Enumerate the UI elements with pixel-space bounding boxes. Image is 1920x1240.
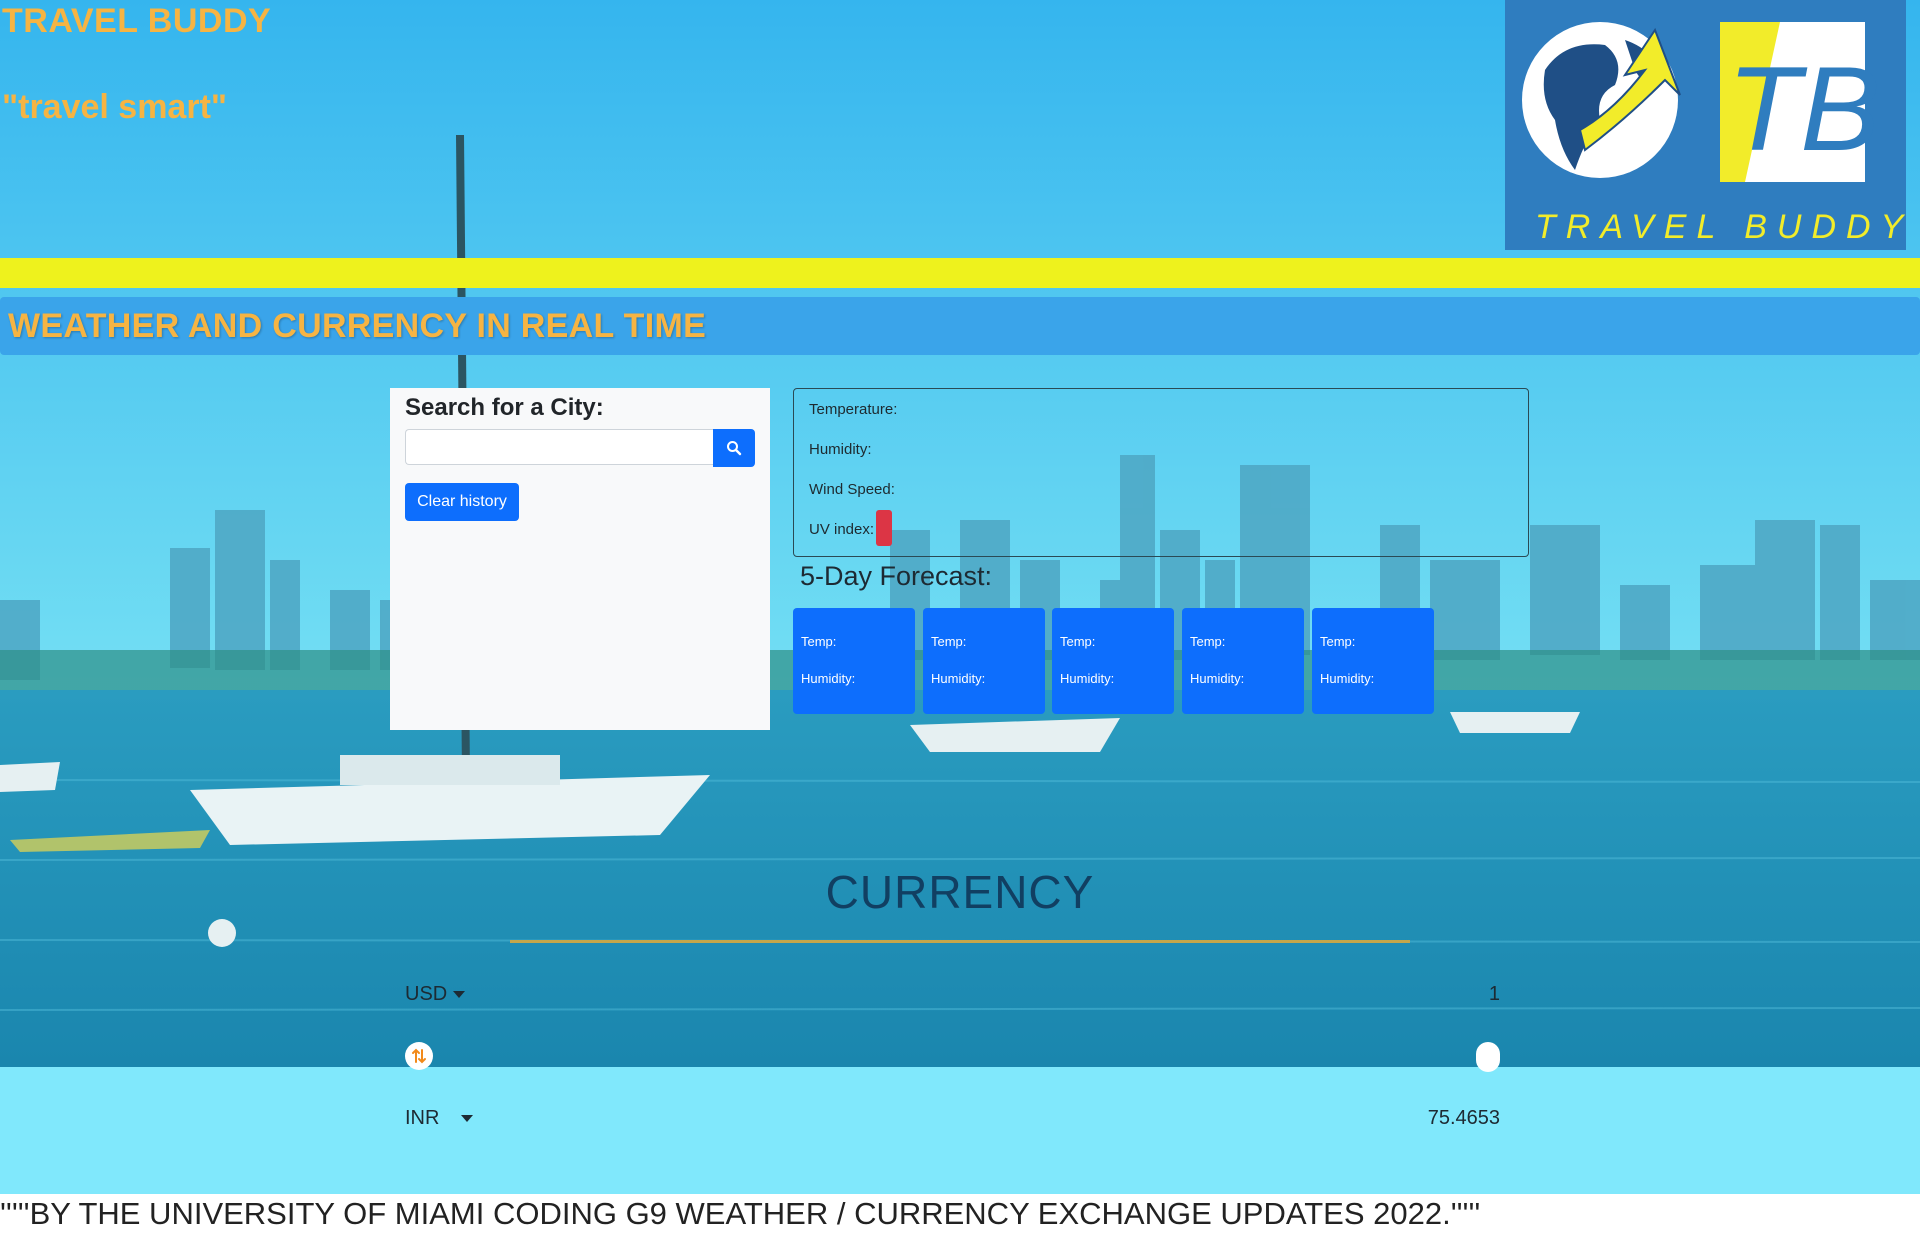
forecast-card-4: Temp: Humidity: <box>1182 608 1304 714</box>
logo-wordmark: TRAVEL BUDDY <box>1535 208 1906 246</box>
forecast-card-3: Temp: Humidity: <box>1052 608 1174 714</box>
caret-down-icon <box>453 990 466 998</box>
forecast-humidity: Humidity: <box>1060 671 1115 686</box>
currency-divider <box>510 940 1410 943</box>
temperature-label: Temperature: <box>809 401 898 418</box>
uv-index-label: UV index: <box>809 521 875 538</box>
forecast-humidity: Humidity: <box>931 671 986 686</box>
brand-tagline: "travel smart" <box>2 88 228 126</box>
forecast-card-1: Temp: Humidity: <box>793 608 915 714</box>
to-amount-value: 75.4653 <box>1427 1107 1500 1129</box>
search-button[interactable] <box>713 429 755 467</box>
swap-arrows-icon <box>412 1048 426 1064</box>
footer-credit: '''''BY THE UNIVERSITY OF MIAMI CODING G… <box>0 1196 1481 1231</box>
globe-logo-icon: TB TRAVEL BUDDY <box>1522 22 1906 246</box>
forecast-heading: 5-Day Forecast: <box>800 561 993 591</box>
forecast-humidity: Humidity: <box>1190 671 1245 686</box>
forecast-humidity: Humidity: <box>1320 671 1375 686</box>
swap-currency-button[interactable] <box>405 1042 433 1070</box>
currency-background-band <box>0 1067 1920 1194</box>
forecast-humidity: Humidity: <box>801 671 856 686</box>
to-currency-code: INR <box>405 1107 440 1129</box>
logo-monogram: TB <box>1727 42 1880 176</box>
section-banner: WEATHER AND CURRENCY IN REAL TIME <box>0 297 1920 355</box>
city-search-panel: Search for a City: Clear history <box>390 388 770 730</box>
forecast-temp: Temp: <box>1320 634 1356 649</box>
current-weather-panel: Temperature: Humidity: Wind Speed: UV in… <box>793 388 1529 557</box>
from-currency-select[interactable]: USD <box>405 983 466 1006</box>
forecast-card-5: Temp: Humidity: <box>1312 608 1434 714</box>
uv-index-badge <box>876 510 892 546</box>
humidity-label: Humidity: <box>809 441 872 458</box>
travel-buddy-logo: TB TRAVEL BUDDY <box>1505 0 1906 250</box>
divider-bar <box>0 258 1920 288</box>
caret-down-icon <box>461 1114 474 1122</box>
section-banner-title: WEATHER AND CURRENCY IN REAL TIME <box>8 307 707 345</box>
forecast-temp: Temp: <box>931 634 967 649</box>
forecast-temp: Temp: <box>1060 634 1096 649</box>
from-currency-code: USD <box>405 983 448 1005</box>
wind-speed-label: Wind Speed: <box>809 481 895 498</box>
clear-history-button[interactable]: Clear history <box>405 483 519 521</box>
search-icon <box>727 441 742 456</box>
slider-handle[interactable] <box>1476 1042 1500 1072</box>
currency-heading: CURRENCY <box>825 866 1095 918</box>
forecast-temp: Temp: <box>1190 634 1226 649</box>
forecast-card-2: Temp: Humidity: <box>923 608 1045 714</box>
search-heading: Search for a City: <box>405 394 604 421</box>
from-amount-value[interactable]: 1 <box>1400 983 1500 1006</box>
brand-title: TRAVEL BUDDY <box>2 2 272 40</box>
to-currency-select[interactable]: INR <box>405 1107 474 1130</box>
forecast-temp: Temp: <box>801 634 837 649</box>
city-search-input[interactable] <box>405 429 715 465</box>
